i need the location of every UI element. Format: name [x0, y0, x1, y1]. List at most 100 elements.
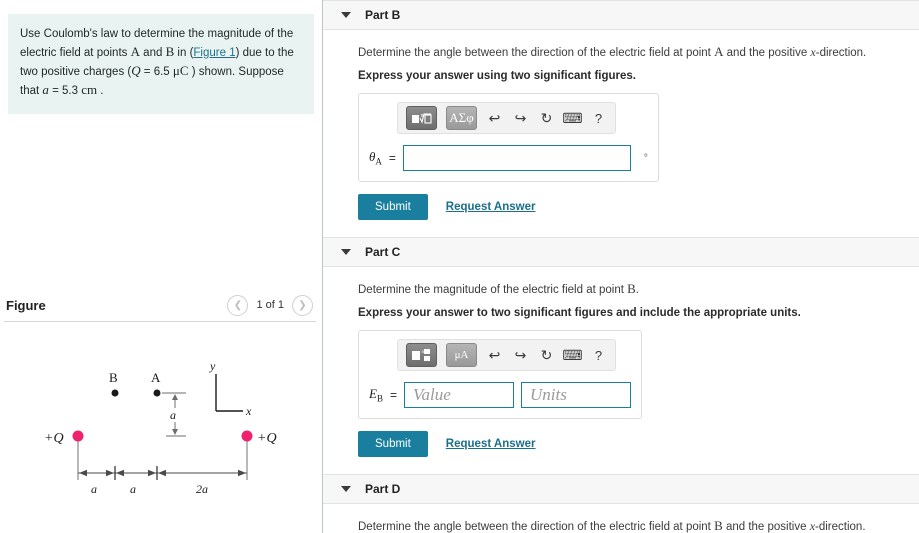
figure-page-count: 1 of 1	[256, 299, 284, 311]
dim-label-1: a	[91, 482, 97, 496]
part-b-submit-row: Submit Request Answer	[358, 194, 919, 220]
problem-charge-value: = 6.5	[140, 66, 173, 78]
problem-text-3: in (	[174, 47, 194, 59]
dim-label-3: 2a	[196, 482, 208, 496]
charge-configuration-diagram: +Q +Q B A a y x a a 2a	[44, 359, 277, 496]
caret-down-icon[interactable]	[341, 249, 351, 255]
part-c-request-answer-link[interactable]: Request Answer	[446, 438, 536, 450]
part-c-equals: =	[389, 388, 397, 402]
part-b-answer-input[interactable]	[402, 145, 631, 171]
part-c-submit-row: Submit Request Answer	[358, 431, 919, 457]
part-b-label: Part B	[365, 8, 401, 22]
part-d-header[interactable]: Part D	[323, 474, 919, 504]
undo-arrow-icon[interactable]: ↩	[486, 345, 503, 365]
reset-circle-icon[interactable]: ↻	[538, 345, 555, 365]
part-c-header[interactable]: Part C	[323, 237, 919, 267]
part-d-prompt-point: B	[714, 518, 723, 533]
part-c-prompt-pre: Determine the magnitude of the electric …	[358, 284, 628, 296]
charge-right-dot	[241, 430, 253, 442]
problem-charge-units: μC	[172, 63, 189, 78]
part-b-toolbar: n ΑΣφ ↩ ↪ ↻ ⌨ ?	[397, 102, 616, 134]
chevron-left-icon: ❮	[233, 299, 243, 311]
part-b-request-answer-link[interactable]: Request Answer	[446, 201, 536, 213]
part-b-equals: =	[388, 151, 396, 165]
keyboard-icon[interactable]: ⌨	[562, 108, 582, 128]
redo-arrow-icon[interactable]: ↪	[512, 345, 529, 365]
part-b-prompt: Determine the angle between the directio…	[358, 44, 919, 60]
part-c-lhs-sub: B	[376, 393, 383, 404]
figure-diagram[interactable]: +Q +Q B A a y x a a 2a	[0, 330, 323, 530]
part-c-label: Part C	[365, 245, 401, 259]
part-b-prompt-pre: Determine the angle between the directio…	[358, 47, 715, 59]
point-a-label: A	[151, 370, 161, 385]
problem-a-value: = 5.3	[48, 85, 82, 97]
redo-arrow-icon[interactable]: ↪	[512, 108, 529, 128]
part-b-lhs: θA	[369, 149, 382, 167]
greek-symbols-icon[interactable]: ΑΣφ	[446, 106, 477, 130]
greek-button-label: ΑΣφ	[449, 110, 474, 125]
part-d-body: Determine the angle between the directio…	[323, 504, 919, 533]
part-b-prompt-mid: and the positive	[723, 47, 811, 59]
figure-title: Figure	[6, 297, 46, 313]
charge-left-dot	[72, 430, 84, 442]
caret-down-icon[interactable]	[341, 12, 351, 18]
left-panel: Use Coulomb's law to determine the magni…	[0, 0, 323, 533]
math-template-icon[interactable]: n	[406, 106, 437, 130]
part-b-body: Determine the angle between the directio…	[323, 30, 919, 220]
figure-prev-button[interactable]: ❮	[227, 294, 249, 316]
point-b-dot	[111, 389, 119, 397]
question-mark-icon[interactable]: ?	[590, 108, 607, 128]
part-c-prompt-point: B	[627, 281, 636, 296]
charge-left-label: +Q	[44, 431, 64, 446]
part-c-answer-box: n μA ↩ ↪ ↻ ⌨ ? EB = Value Units	[358, 330, 642, 419]
part-c-prompt: Determine the magnitude of the electric …	[358, 281, 919, 297]
figure-next-button[interactable]: ❯	[292, 294, 313, 316]
part-b-input-row: θA = °	[369, 145, 648, 171]
problem-a-units: cm	[81, 82, 98, 97]
mastering-physics-page: Use Coulomb's law to determine the magni…	[0, 0, 919, 533]
vertical-gap-label: a	[170, 408, 176, 422]
figure-divider	[4, 321, 316, 322]
part-b-lhs-sub: A	[375, 156, 382, 167]
problem-point-b: B	[165, 44, 175, 59]
figure-1-link[interactable]: Figure 1	[193, 47, 235, 59]
part-c-lhs-symbol: E	[369, 386, 377, 402]
point-b-label: B	[109, 370, 118, 385]
chevron-right-icon: ❯	[298, 299, 307, 311]
units-icon[interactable]: μA	[446, 343, 477, 367]
units-button-label: μA	[454, 349, 469, 361]
question-mark-icon[interactable]: ?	[590, 345, 607, 365]
part-c-lhs: EB	[369, 386, 383, 404]
math-blocks-icon[interactable]: n	[406, 343, 437, 367]
degree-unit-label: °	[643, 152, 648, 164]
x-axis-label: x	[245, 404, 252, 418]
part-c-submit-button[interactable]: Submit	[358, 431, 428, 457]
part-b-header[interactable]: Part B	[323, 0, 919, 30]
part-c-prompt-post: .	[635, 284, 639, 296]
problem-text-6: .	[97, 85, 104, 97]
figure-header: Figure ❮ 1 of 1 ❯	[0, 288, 323, 322]
keyboard-icon[interactable]: ⌨	[562, 345, 582, 365]
undo-arrow-icon[interactable]: ↩	[486, 108, 503, 128]
problem-statement: Use Coulomb's law to determine the magni…	[8, 14, 314, 114]
y-axis-label: y	[209, 359, 216, 373]
figure-pagination: ❮ 1 of 1 ❯	[227, 294, 313, 316]
part-c-units-input[interactable]: Units	[520, 382, 631, 408]
reset-circle-icon[interactable]: ↻	[538, 108, 555, 128]
part-c-value-input[interactable]: Value	[403, 382, 514, 408]
part-d-prompt: Determine the angle between the directio…	[358, 518, 919, 533]
part-c-toolbar: n μA ↩ ↪ ↻ ⌨ ?	[397, 339, 616, 371]
part-b-submit-button[interactable]: Submit	[358, 194, 428, 220]
part-c-instruction: Express your answer to two significant f…	[358, 307, 801, 319]
part-d-prompt-pre: Determine the angle between the directio…	[358, 521, 715, 533]
part-c-input-row: EB = Value Units	[369, 382, 631, 408]
point-a-dot	[153, 389, 161, 397]
part-d-label: Part D	[365, 482, 401, 496]
problem-text-2: and	[139, 47, 166, 59]
caret-down-icon[interactable]	[341, 486, 351, 492]
part-b-answer-box: n ΑΣφ ↩ ↪ ↻ ⌨ ? θA = °	[358, 93, 659, 182]
part-b-instruction: Express your answer using two significan…	[358, 70, 636, 82]
problem-point-a: A	[130, 44, 140, 59]
charge-right-label: +Q	[257, 431, 277, 446]
dim-label-2: a	[130, 482, 136, 496]
